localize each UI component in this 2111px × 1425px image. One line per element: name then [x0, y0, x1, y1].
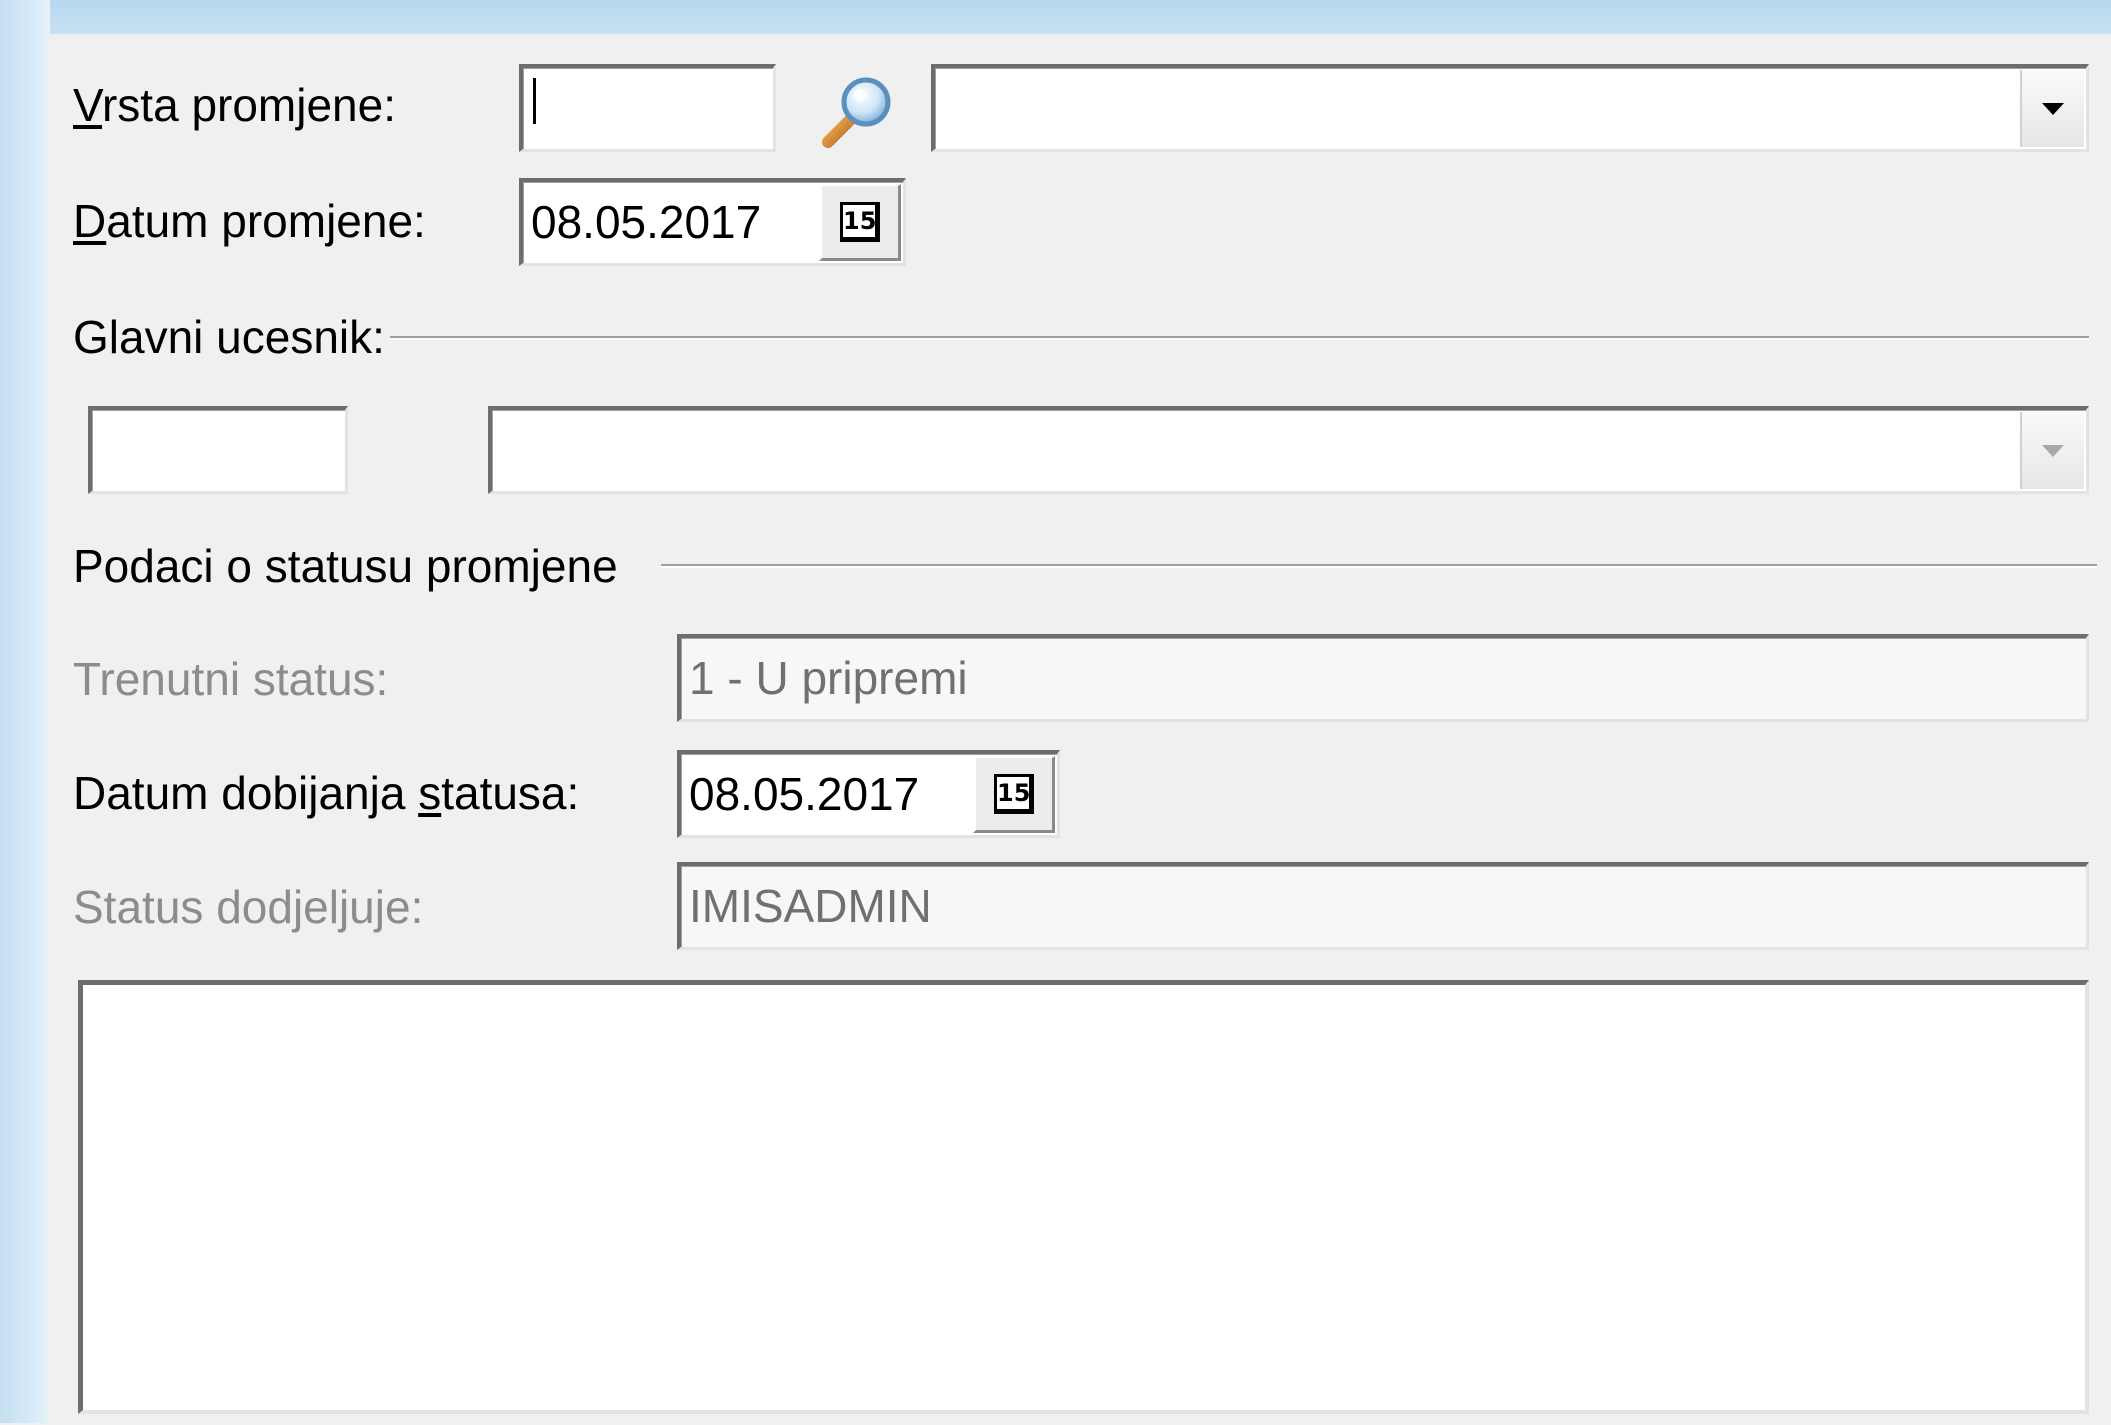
- vrsta-promjene-label-text: rsta promjene:: [101, 79, 396, 131]
- trenutni-status-value: 1 - U pripremi: [689, 651, 968, 704]
- datum-dobijanja-label-before: Datum dobijanja: [73, 767, 419, 819]
- vrsta-promjene-select[interactable]: [931, 64, 2089, 152]
- datum-promjene-input[interactable]: 08.05.2017 15: [519, 178, 906, 266]
- status-dodjeljuje-field: IMISADMIN: [677, 862, 2089, 950]
- status-dodjeljuje-value: IMISADMIN: [689, 879, 932, 932]
- datum-dobijanja-statusa-input[interactable]: 08.05.2017 15: [677, 750, 1060, 838]
- chevron-down-icon: [2042, 444, 2064, 457]
- datum-dobijanja-calendar-button[interactable]: 15: [973, 756, 1055, 833]
- trenutni-status-field: 1 - U pripremi: [677, 634, 2089, 722]
- datum-promjene-label-accel: D: [73, 195, 107, 247]
- vrsta-promjene-code-input[interactable]: [519, 64, 776, 152]
- vrsta-promjene-label: Vrsta promjene:: [73, 82, 396, 128]
- status-group-label: Podaci o statusu promjene: [73, 540, 618, 592]
- vrsta-promjene-dropdown-button[interactable]: [2020, 70, 2084, 147]
- datum-promjene-label-text: atum promjene:: [106, 195, 426, 247]
- status-dodjeljuje-label: Status dodjeljuje:: [73, 881, 424, 933]
- trenutni-status-label: Trenutni status:: [73, 653, 389, 705]
- calendar-icon: 15: [994, 774, 1034, 814]
- datum-dobijanja-statusa-label: Datum dobijanja statusa:: [73, 770, 579, 816]
- datum-dobijanja-label-after: tatusa:: [441, 767, 580, 819]
- glavni-ucesnik-code-input[interactable]: [88, 406, 348, 494]
- glavni-ucesnik-dropdown-button[interactable]: [2020, 412, 2084, 489]
- datum-promjene-label: Datum promjene:: [73, 198, 426, 244]
- datum-dobijanja-label-accel: s: [418, 767, 442, 819]
- chevron-down-icon: [2042, 102, 2064, 115]
- status-group-divider: [661, 564, 2097, 568]
- datum-promjene-calendar-button[interactable]: 15: [819, 184, 901, 261]
- vrsta-promjene-label-accel: V: [73, 79, 102, 131]
- glavni-ucesnik-group-label: Glavni ucesnik:: [73, 311, 385, 363]
- glavni-ucesnik-divider: [390, 336, 2089, 340]
- napomena-textarea[interactable]: [78, 980, 2089, 1414]
- window-border-left: [0, 0, 50, 1423]
- text-caret: [533, 78, 536, 124]
- datum-dobijanja-statusa-value: 08.05.2017: [689, 767, 920, 820]
- datum-promjene-value: 08.05.2017: [531, 195, 762, 248]
- calendar-icon: 15: [840, 202, 880, 242]
- glavni-ucesnik-select[interactable]: [488, 406, 2089, 494]
- magnifier-icon[interactable]: [820, 70, 900, 150]
